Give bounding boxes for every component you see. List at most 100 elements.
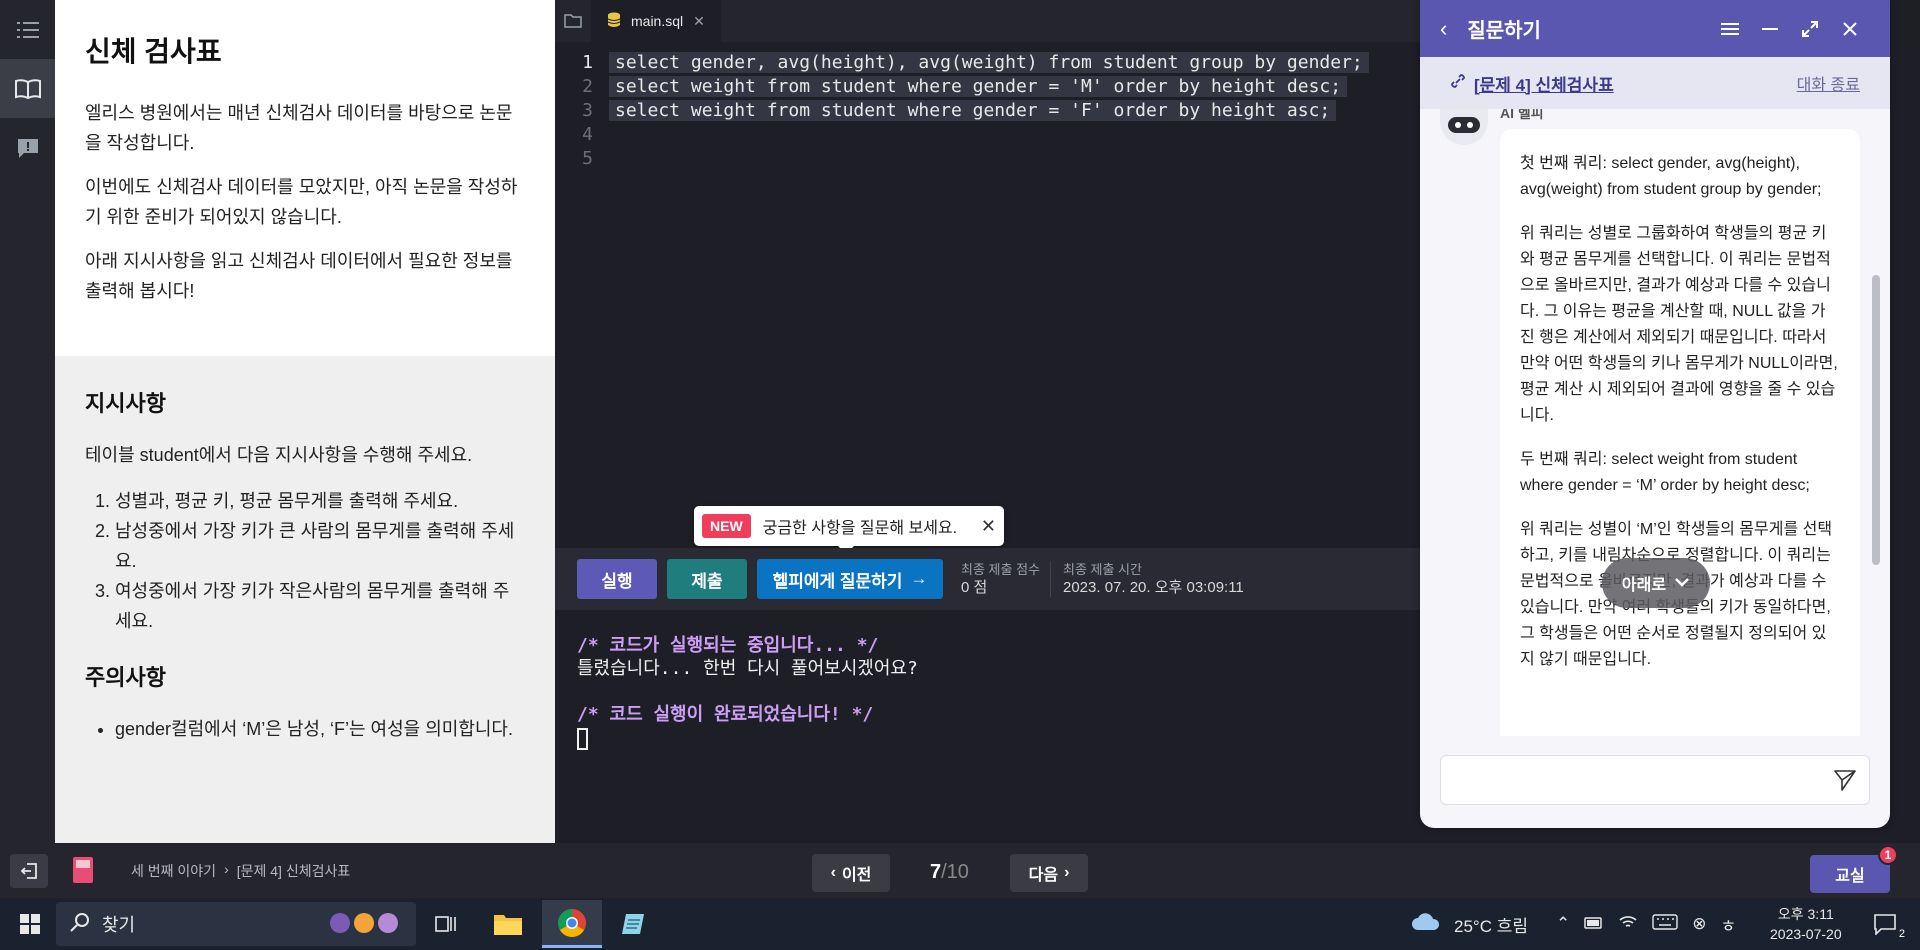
problem-link-label: [문제 4] 신체검사표 bbox=[1474, 75, 1614, 95]
action-bar: 실행 제출 헬피에게 질문하기 → 최종 제출 점수 0 점 최종 제출 시간 … bbox=[555, 548, 1425, 610]
paragraph: 아래 지시사항을 읽고 신체검사 데이터에서 필요한 정보를 출력해 봅시다! bbox=[85, 251, 513, 301]
wifi-icon[interactable] bbox=[1618, 914, 1638, 935]
run-button[interactable]: 실행 bbox=[577, 559, 657, 599]
prev-button[interactable]: ‹ 이전 bbox=[812, 854, 890, 892]
classroom-button[interactable]: 교실 bbox=[1810, 855, 1890, 893]
search-label: 찾기 bbox=[102, 915, 136, 935]
chat-title: 질문하기 bbox=[1467, 20, 1541, 42]
problem-description: 신체 검사표 엘리스 병원에서는 매년 신체검사 데이터를 바탕으로 논문을 작… bbox=[55, 0, 555, 843]
file-explorer-icon[interactable] bbox=[478, 900, 538, 948]
notes-heading: 주의사항 bbox=[85, 665, 166, 690]
code-line: 1 select gender, avg(height), avg(weight)… bbox=[555, 50, 1425, 74]
message-paragraph: 위 쿼리는 성별로 그룹화하여 학생들의 평균 키와 평균 몸무게를 선택합니다… bbox=[1520, 225, 1838, 424]
output-console[interactable]: /* 코드가 실행되는 중입니다... */ 틀렸습니다... 한번 다시 풀어… bbox=[555, 610, 1425, 843]
breadcrumb-item[interactable]: [문제 4] 신체검사표 bbox=[237, 861, 351, 881]
chevron-up-icon[interactable]: ⌃ bbox=[1556, 914, 1570, 934]
scroll-down-button[interactable]: 아래로 bbox=[1602, 558, 1710, 608]
line-number: 3 bbox=[582, 99, 593, 121]
prev-label: 이전 bbox=[841, 867, 872, 884]
close-icon[interactable] bbox=[1830, 9, 1870, 49]
instruction-list: 성별과, 평균 키, 평균 몸무게를 출력해 주세요. 남성중에서 가장 키가 … bbox=[85, 486, 525, 636]
notification-center-icon[interactable]: 2 bbox=[1855, 900, 1915, 948]
menu-icon[interactable] bbox=[1710, 9, 1750, 49]
chrome-icon[interactable] bbox=[542, 900, 602, 948]
exit-icon[interactable] bbox=[10, 854, 48, 888]
search-highlight-icon bbox=[320, 905, 408, 944]
notepad-icon[interactable] bbox=[604, 900, 664, 948]
message-paragraph: 두 번째 쿼리: select weight from student wher… bbox=[1520, 451, 1810, 494]
code-line: 5 bbox=[555, 146, 1425, 170]
list-icon[interactable] bbox=[0, 0, 55, 59]
score-info: 최종 제출 점수 0 점 bbox=[953, 561, 1040, 597]
weather-text[interactable]: 25°C 흐림 bbox=[1454, 912, 1528, 937]
line-number: 5 bbox=[582, 147, 593, 169]
taskbar-search[interactable]: 찾기 bbox=[56, 902, 416, 946]
chevron-down-icon bbox=[1674, 574, 1690, 592]
line-number: 1 bbox=[582, 51, 593, 73]
time-label: 최종 제출 시간 bbox=[1062, 562, 1142, 577]
instruction-item: 여성중에서 가장 키가 작은사람의 몸무게를 출력해 주세요. bbox=[115, 576, 525, 636]
submit-button[interactable]: 제출 bbox=[667, 559, 747, 599]
battery-icon[interactable] bbox=[1584, 914, 1604, 934]
ime-icon[interactable]: ㅎ bbox=[1721, 912, 1737, 937]
line-number: 2 bbox=[582, 75, 593, 97]
note-item: gender컬럼에서 ‘M’은 남성, ‘F’는 여성을 의미합니다. bbox=[115, 714, 525, 744]
notification-badge: 1 bbox=[1878, 845, 1898, 865]
folder-icon[interactable] bbox=[555, 14, 591, 28]
paragraph: 이번에도 신체검사 데이터를 모았지만, 아직 논문을 작성하기 위한 준비가 … bbox=[85, 177, 518, 227]
code-area[interactable]: 1 select gender, avg(height), avg(weight)… bbox=[555, 42, 1425, 170]
code-line: 3 select weight from student where gender… bbox=[555, 98, 1425, 122]
new-badge: NEW bbox=[702, 514, 751, 538]
line-text: select weight from student where gender … bbox=[609, 99, 1337, 121]
feedback-icon[interactable] bbox=[0, 118, 55, 177]
link-icon bbox=[1450, 73, 1466, 94]
line-text: select gender, avg(height), avg(weight) … bbox=[609, 51, 1369, 73]
arrow-right-icon: → bbox=[910, 569, 928, 588]
app-window: 신체 검사표 엘리스 병원에서는 매년 신체검사 데이터를 바탕으로 논문을 작… bbox=[0, 0, 1920, 950]
breadcrumb: 세 번째 이야기 › [문제 4] 신체검사표 bbox=[131, 861, 350, 881]
mute-icon[interactable]: ⊗ bbox=[1692, 914, 1706, 934]
chat-input[interactable] bbox=[1440, 755, 1870, 805]
cloud-icon[interactable] bbox=[1410, 912, 1440, 937]
message-paragraph: 첫 번째 쿼리: select gender, avg(height), avg… bbox=[1520, 155, 1822, 198]
end-chat-link[interactable]: 대화 종료 bbox=[1797, 71, 1860, 95]
next-button[interactable]: 다음 › bbox=[1010, 854, 1088, 892]
description-instructions: 지시사항 테이블 student에서 다음 지시사항을 수행해 주세요. 성별과… bbox=[55, 356, 555, 774]
task-view-icon[interactable] bbox=[416, 900, 476, 948]
tab-main-sql[interactable]: main.sql ✕ bbox=[591, 0, 721, 42]
page-total: /10 bbox=[941, 861, 969, 883]
next-label: 다음 bbox=[1028, 867, 1059, 884]
instruction-item: 남성중에서 가장 키가 큰 사람의 몸무게를 출력해 주세요. bbox=[115, 516, 525, 576]
breadcrumb-item[interactable]: 세 번째 이야기 bbox=[131, 861, 216, 881]
ask-helpy-button[interactable]: 헬피에게 질문하기 → bbox=[757, 559, 943, 599]
send-icon[interactable] bbox=[1833, 768, 1857, 797]
close-icon[interactable]: ✕ bbox=[693, 13, 705, 30]
line-text: select weight from student where gender … bbox=[609, 75, 1348, 97]
close-icon[interactable]: ✕ bbox=[981, 516, 996, 537]
course-book-icon bbox=[70, 855, 96, 890]
bottom-app-bar: 세 번째 이야기 › [문제 4] 신체검사표 ‹ 이전 7/10 다음 › 교… bbox=[0, 843, 1920, 898]
chat-body[interactable]: AI 헬피 첫 번째 쿼리: select gender, avg(height… bbox=[1420, 109, 1890, 736]
code-editor: main.sql ✕ 1 select gender, avg(height), … bbox=[555, 0, 1425, 548]
taskbar: 찾기 25°C 흐림 ⌃ ⊗ ㅎ 오후 3:11 2023-07-20 2 bbox=[0, 898, 1920, 950]
code-line: 4 bbox=[555, 122, 1425, 146]
minimize-icon[interactable] bbox=[1750, 9, 1790, 49]
clock-time: 오후 3:11 bbox=[1777, 906, 1834, 922]
keyboard-icon[interactable] bbox=[1652, 913, 1678, 935]
book-icon[interactable] bbox=[0, 59, 55, 118]
database-icon bbox=[607, 12, 621, 31]
clock[interactable]: 오후 3:11 2023-07-20 bbox=[1770, 904, 1842, 944]
back-icon[interactable]: ‹ bbox=[1440, 16, 1447, 42]
search-icon bbox=[70, 912, 90, 937]
chat-scrollbar[interactable] bbox=[1872, 275, 1880, 565]
system-tray: 25°C 흐림 ⌃ ⊗ ㅎ bbox=[1410, 898, 1736, 950]
score-label: 최종 제출 점수 bbox=[961, 562, 1040, 577]
tooltip-message: 궁금한 사항을 질문해 보세요. bbox=[762, 520, 958, 537]
problem-link[interactable]: [문제 4] 신체검사표 bbox=[1450, 71, 1797, 96]
expand-icon[interactable] bbox=[1790, 9, 1830, 49]
paragraph: 엘리스 병원에서는 매년 신체검사 데이터를 바탕으로 논문을 작성합니다. bbox=[85, 103, 513, 153]
windows-start-icon[interactable] bbox=[0, 900, 60, 948]
ask-label: 헬피에게 질문하기 bbox=[772, 571, 903, 591]
time-info: 최종 제출 시간 2023. 07. 20. 오후 03:09:11 bbox=[1049, 561, 1244, 597]
line-number: 4 bbox=[582, 123, 593, 145]
